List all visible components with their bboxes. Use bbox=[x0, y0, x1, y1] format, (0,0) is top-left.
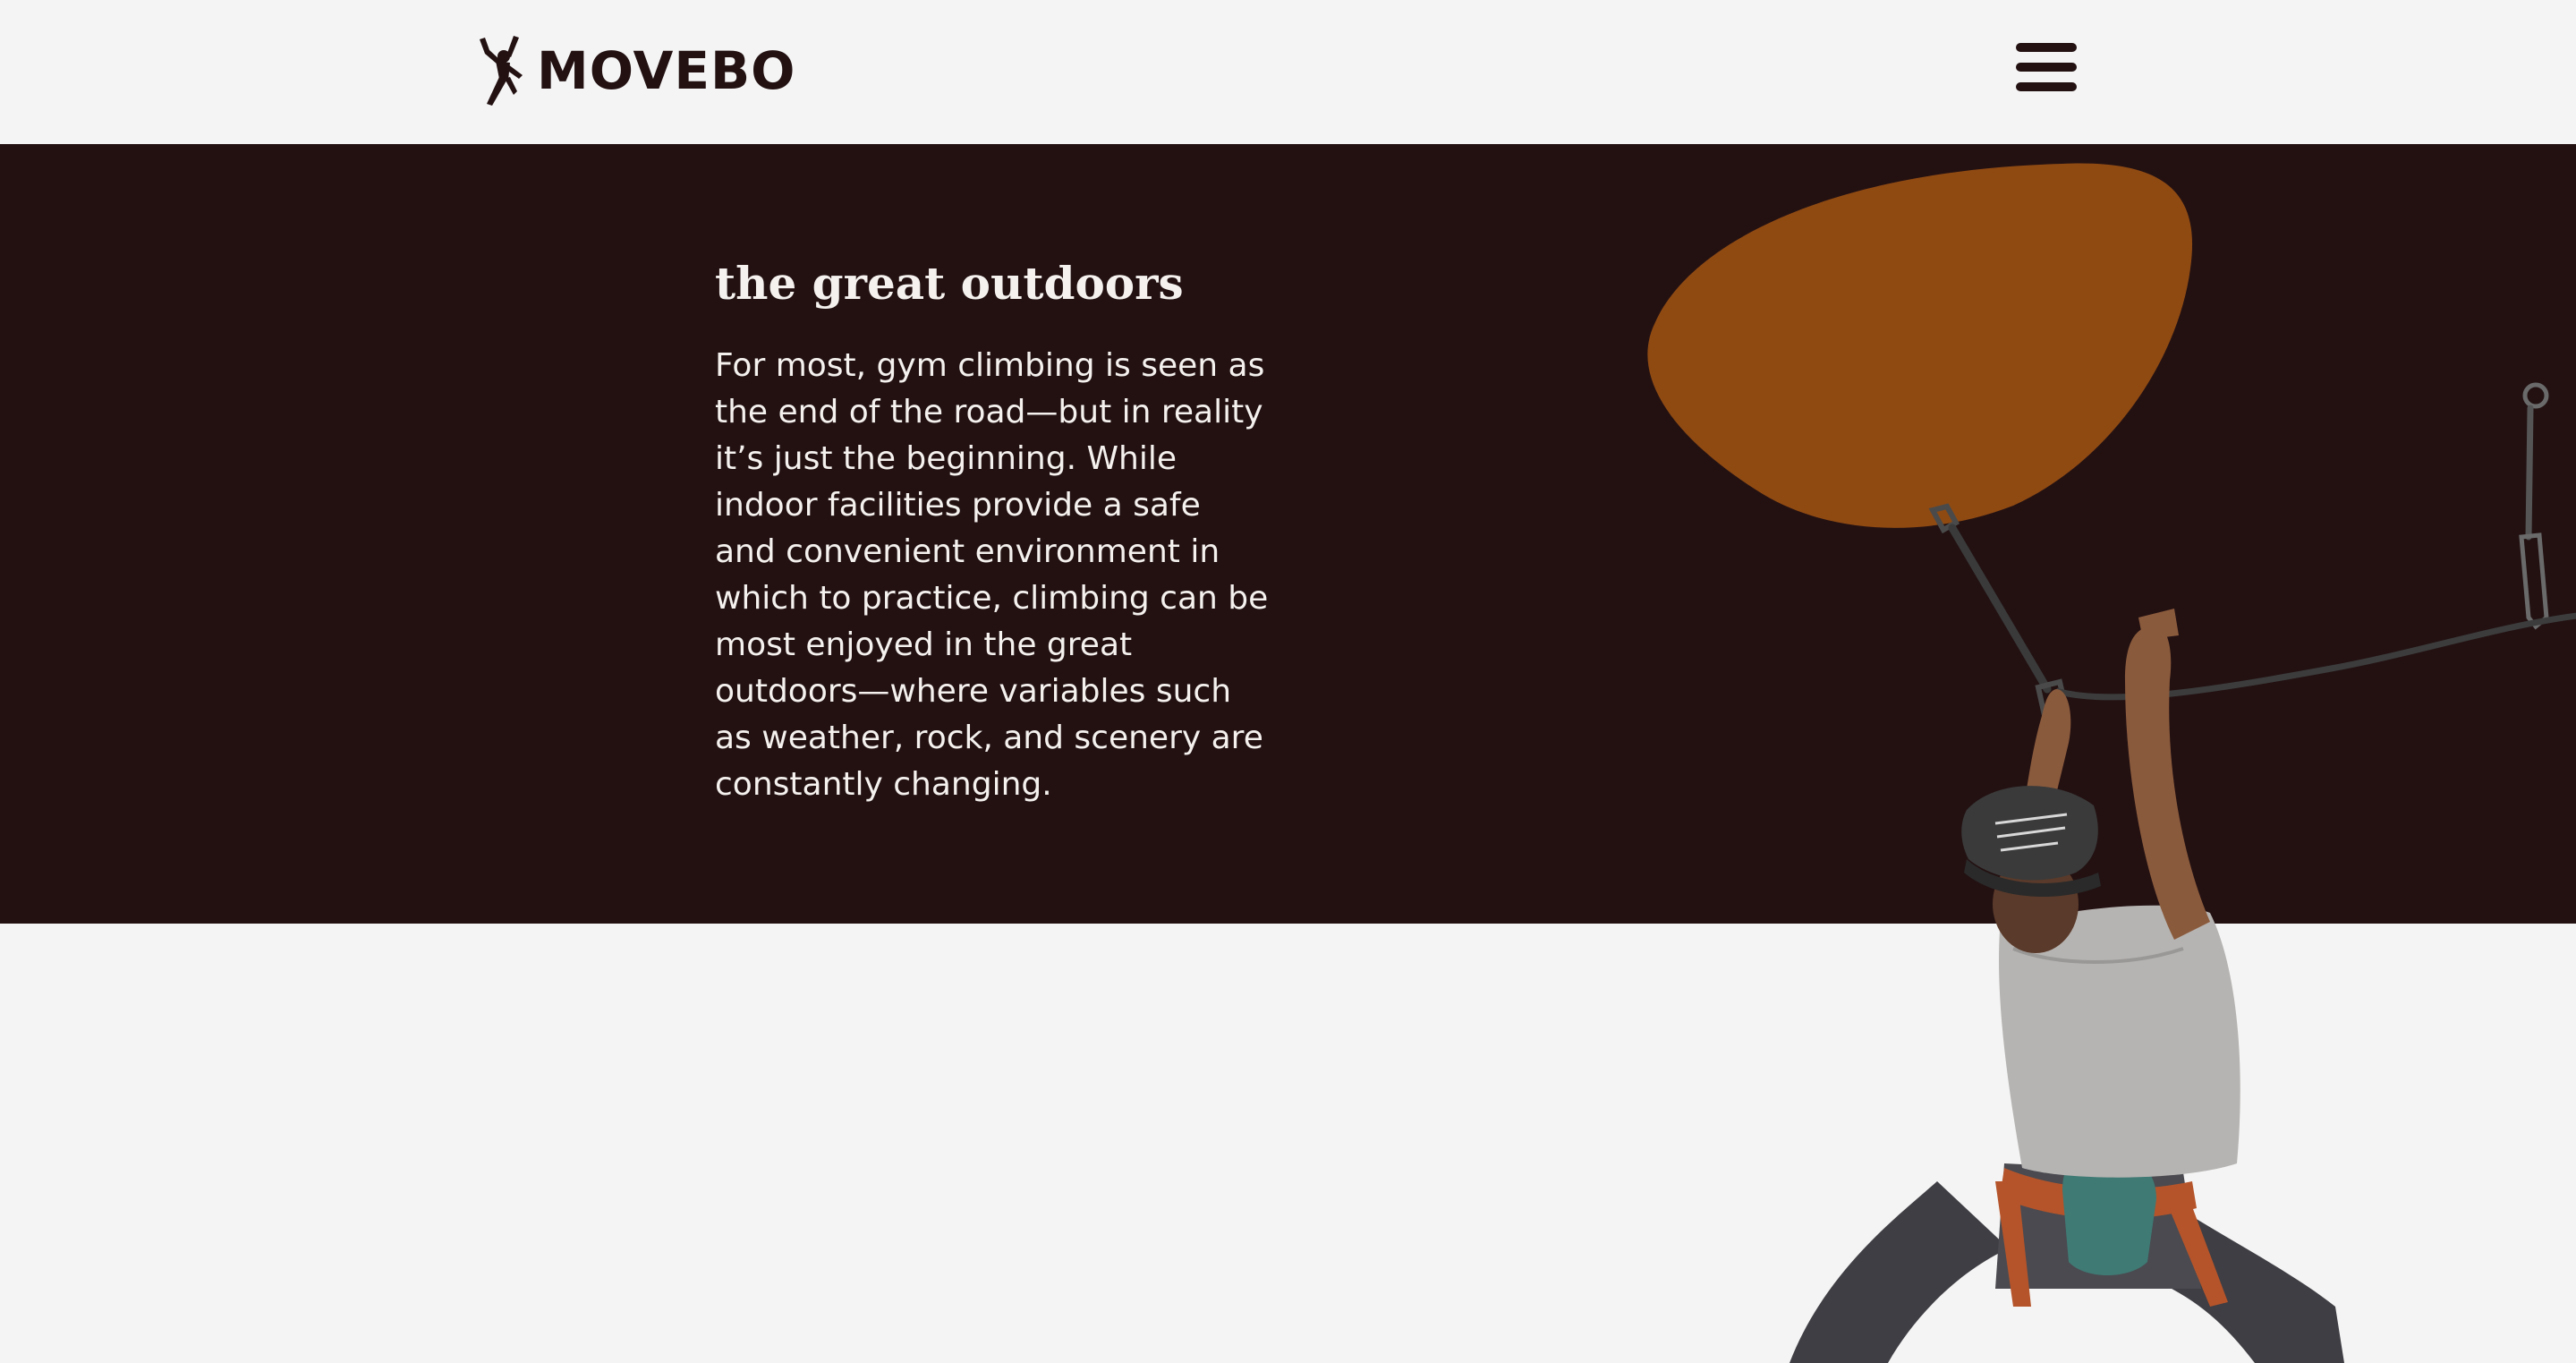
section-body-text: For most, gym climbing is seen as the en… bbox=[715, 347, 1269, 803]
menu-bar-middle bbox=[2016, 63, 2077, 72]
climber-logo-icon bbox=[480, 36, 523, 106]
hamburger-menu-icon[interactable] bbox=[2016, 43, 2077, 91]
section-title: the great outdoors bbox=[715, 257, 1184, 310]
hero-section: the great outdoors For most, gym climbin… bbox=[0, 144, 2576, 924]
site-header: MOVEBO bbox=[0, 0, 2576, 144]
page: MOVEBO the great outdoors For most, gym … bbox=[0, 0, 2576, 1363]
menu-bar-top bbox=[2016, 43, 2077, 52]
menu-bar-bottom bbox=[2016, 82, 2077, 91]
brand-name: MOVEBO bbox=[537, 40, 796, 101]
brand-logo-link[interactable]: MOVEBO bbox=[474, 34, 796, 107]
